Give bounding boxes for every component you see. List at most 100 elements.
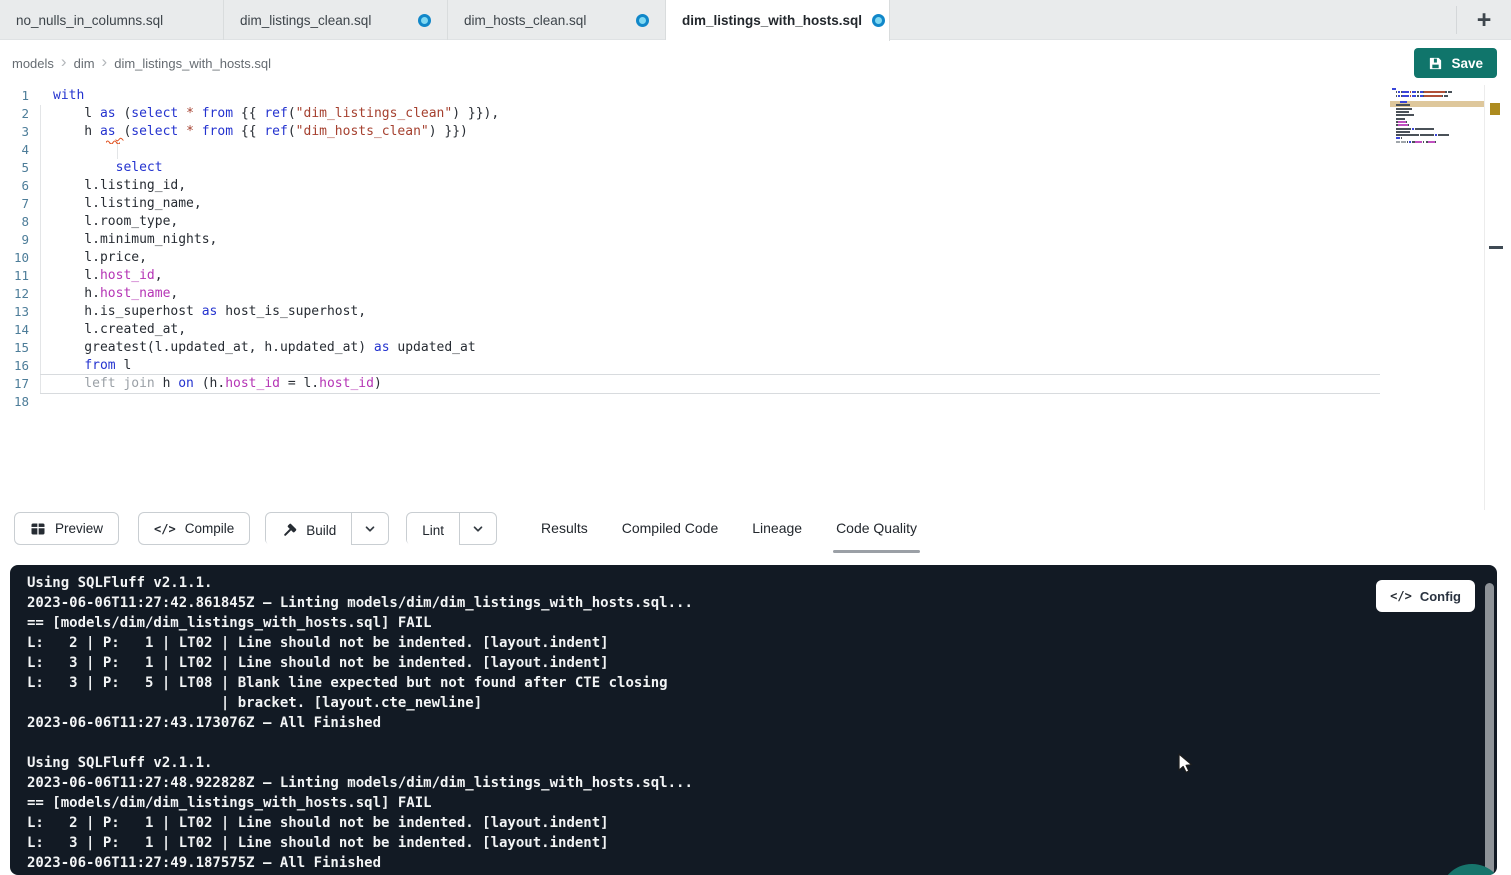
code-line: select bbox=[40, 159, 1380, 177]
code-lines: with l as (select * from {{ ref("dim_lis… bbox=[40, 87, 1380, 411]
tab-code-quality[interactable]: Code Quality bbox=[836, 520, 917, 544]
line-number: 15 bbox=[0, 339, 29, 357]
build-button[interactable]: Build bbox=[266, 515, 351, 546]
minimap-code bbox=[1392, 88, 1452, 147]
chevron-down-icon bbox=[471, 522, 485, 536]
code-line bbox=[40, 393, 1380, 411]
code-line: l.minimum_nights, bbox=[40, 231, 1380, 249]
save-button[interactable]: Save bbox=[1414, 48, 1497, 78]
tab-compiled-code[interactable]: Compiled Code bbox=[622, 520, 719, 544]
code-line: left join h on (h.host_id = l.host_id) bbox=[40, 375, 1380, 393]
terminal-line: 2023-06-06T11:27:43.173076Z — All Finish… bbox=[27, 713, 693, 733]
unsaved-changes-dot-icon[interactable] bbox=[872, 14, 885, 27]
build-button-group: Build bbox=[265, 512, 389, 545]
preview-button[interactable]: Preview bbox=[14, 512, 119, 545]
code-line: h.is_superhost as host_is_superhost, bbox=[40, 303, 1380, 321]
tab-dim-listings-with-hosts[interactable]: dim_listings_with_hosts.sql bbox=[666, 0, 890, 41]
terminal-line: Using SQLFluff v2.1.1. bbox=[27, 753, 693, 773]
line-number: 10 bbox=[0, 249, 29, 267]
editor-right-separator bbox=[1484, 85, 1485, 510]
code-line: from l bbox=[40, 357, 1380, 375]
lint-squiggle-underline bbox=[106, 133, 120, 148]
unsaved-changes-dot-icon[interactable] bbox=[418, 14, 431, 27]
overview-ruler-warning-marker bbox=[1490, 103, 1500, 115]
table-grid-icon bbox=[30, 521, 46, 537]
terminal-line: L: 3 | P: 1 | LT02 | Line should not be … bbox=[27, 833, 693, 853]
tab-results[interactable]: Results bbox=[541, 520, 588, 544]
line-number: 11 bbox=[0, 267, 29, 285]
save-button-label: Save bbox=[1451, 56, 1483, 71]
terminal-line: 2023-06-06T11:27:48.922828Z — Linting mo… bbox=[27, 773, 693, 793]
overview-ruler-cursor-marker bbox=[1489, 246, 1503, 249]
tab-bar: no_nulls_in_columns.sql dim_listings_cle… bbox=[0, 0, 1511, 40]
compile-button-label: Compile bbox=[185, 521, 235, 536]
code-editor[interactable]: 123456789101112131415161718 with l as (s… bbox=[0, 85, 1511, 510]
terminal-line: | bracket. [layout.cte_newline] bbox=[27, 693, 693, 713]
breadcrumb-bar: models › dim › dim_listings_with_hosts.s… bbox=[0, 41, 1511, 85]
terminal-line bbox=[27, 733, 693, 753]
breadcrumb-item-dim[interactable]: dim bbox=[74, 56, 95, 71]
line-number: 16 bbox=[0, 357, 29, 375]
line-number: 6 bbox=[0, 177, 29, 195]
code-line: l.listing_id, bbox=[40, 177, 1380, 195]
line-number: 2 bbox=[0, 105, 29, 123]
unsaved-changes-dot-icon[interactable] bbox=[636, 14, 649, 27]
breadcrumb-item-models[interactable]: models bbox=[12, 56, 54, 71]
code-line: l.created_at, bbox=[40, 321, 1380, 339]
terminal-scrollbar-thumb[interactable] bbox=[1485, 583, 1494, 875]
save-floppy-icon bbox=[1428, 56, 1443, 71]
line-number: 1 bbox=[0, 87, 29, 105]
tab-label: dim_listings_with_hosts.sql bbox=[682, 13, 862, 28]
code-brackets-icon: </> bbox=[1390, 589, 1412, 603]
breadcrumb-separator-icon: › bbox=[102, 52, 108, 74]
build-button-label: Build bbox=[306, 523, 336, 538]
terminal-lines: Using SQLFluff v2.1.1.2023-06-06T11:27:4… bbox=[27, 573, 693, 873]
tab-no-nulls-in-columns[interactable]: no_nulls_in_columns.sql bbox=[0, 0, 224, 40]
breadcrumb-separator-icon: › bbox=[61, 52, 67, 74]
compile-button[interactable]: </> Compile bbox=[138, 512, 250, 545]
config-button[interactable]: </> Config bbox=[1376, 580, 1475, 612]
build-dropdown-button[interactable] bbox=[351, 513, 388, 544]
line-number: 8 bbox=[0, 213, 29, 231]
tab-label: dim_listings_clean.sql bbox=[240, 13, 371, 28]
line-number: 18 bbox=[0, 393, 29, 411]
code-line: h as (select * from {{ ref("dim_hosts_cl… bbox=[40, 123, 1380, 141]
tab-dim-listings-clean[interactable]: dim_listings_clean.sql bbox=[224, 0, 448, 40]
terminal-line: == [models/dim/dim_listings_with_hosts.s… bbox=[27, 613, 693, 633]
line-number: 12 bbox=[0, 285, 29, 303]
line-number: 9 bbox=[0, 231, 29, 249]
preview-button-label: Preview bbox=[55, 521, 103, 536]
code-line: l.room_type, bbox=[40, 213, 1380, 231]
terminal-line: == [models/dim/dim_listings_with_hosts.s… bbox=[27, 793, 693, 813]
tab-dim-hosts-clean[interactable]: dim_hosts_clean.sql bbox=[448, 0, 666, 40]
minimap[interactable] bbox=[1390, 88, 1484, 208]
chevron-down-icon bbox=[363, 522, 377, 536]
line-number: 4 bbox=[0, 141, 29, 159]
code-line: greatest(l.updated_at, h.updated_at) as … bbox=[40, 339, 1380, 357]
breadcrumb: models › dim › dim_listings_with_hosts.s… bbox=[12, 41, 271, 85]
line-number: 7 bbox=[0, 195, 29, 213]
line-number: 17 bbox=[0, 375, 29, 393]
line-number: 5 bbox=[0, 159, 29, 177]
breadcrumb-item-file[interactable]: dim_listings_with_hosts.sql bbox=[114, 56, 271, 71]
code-line: h.host_name, bbox=[40, 285, 1380, 303]
terminal-line: 2023-06-06T11:27:49.187575Z — All Finish… bbox=[27, 853, 693, 873]
tab-bar-spacer bbox=[890, 0, 1456, 39]
code-line: with bbox=[40, 87, 1380, 105]
new-tab-button[interactable]: + bbox=[1457, 0, 1511, 40]
lint-dropdown-button[interactable] bbox=[459, 513, 496, 544]
code-brackets-icon: </> bbox=[154, 522, 176, 536]
config-button-label: Config bbox=[1420, 589, 1461, 604]
tab-label: dim_hosts_clean.sql bbox=[464, 13, 586, 28]
code-line bbox=[40, 141, 1380, 159]
terminal-line: L: 3 | P: 5 | LT08 | Blank line expected… bbox=[27, 673, 693, 693]
line-number: 14 bbox=[0, 321, 29, 339]
lint-button[interactable]: Lint bbox=[407, 515, 459, 546]
result-tabs: Results Compiled Code Lineage Code Quali… bbox=[541, 520, 917, 544]
terminal-line: L: 2 | P: 1 | LT02 | Line should not be … bbox=[27, 813, 693, 833]
terminal-line: L: 3 | P: 1 | LT02 | Line should not be … bbox=[27, 653, 693, 673]
editor-toolbar: Preview </> Compile Build Lint bbox=[0, 510, 1511, 550]
tab-lineage[interactable]: Lineage bbox=[752, 520, 802, 544]
code-line: l as (select * from {{ ref("dim_listings… bbox=[40, 105, 1380, 123]
code-line: l.price, bbox=[40, 249, 1380, 267]
